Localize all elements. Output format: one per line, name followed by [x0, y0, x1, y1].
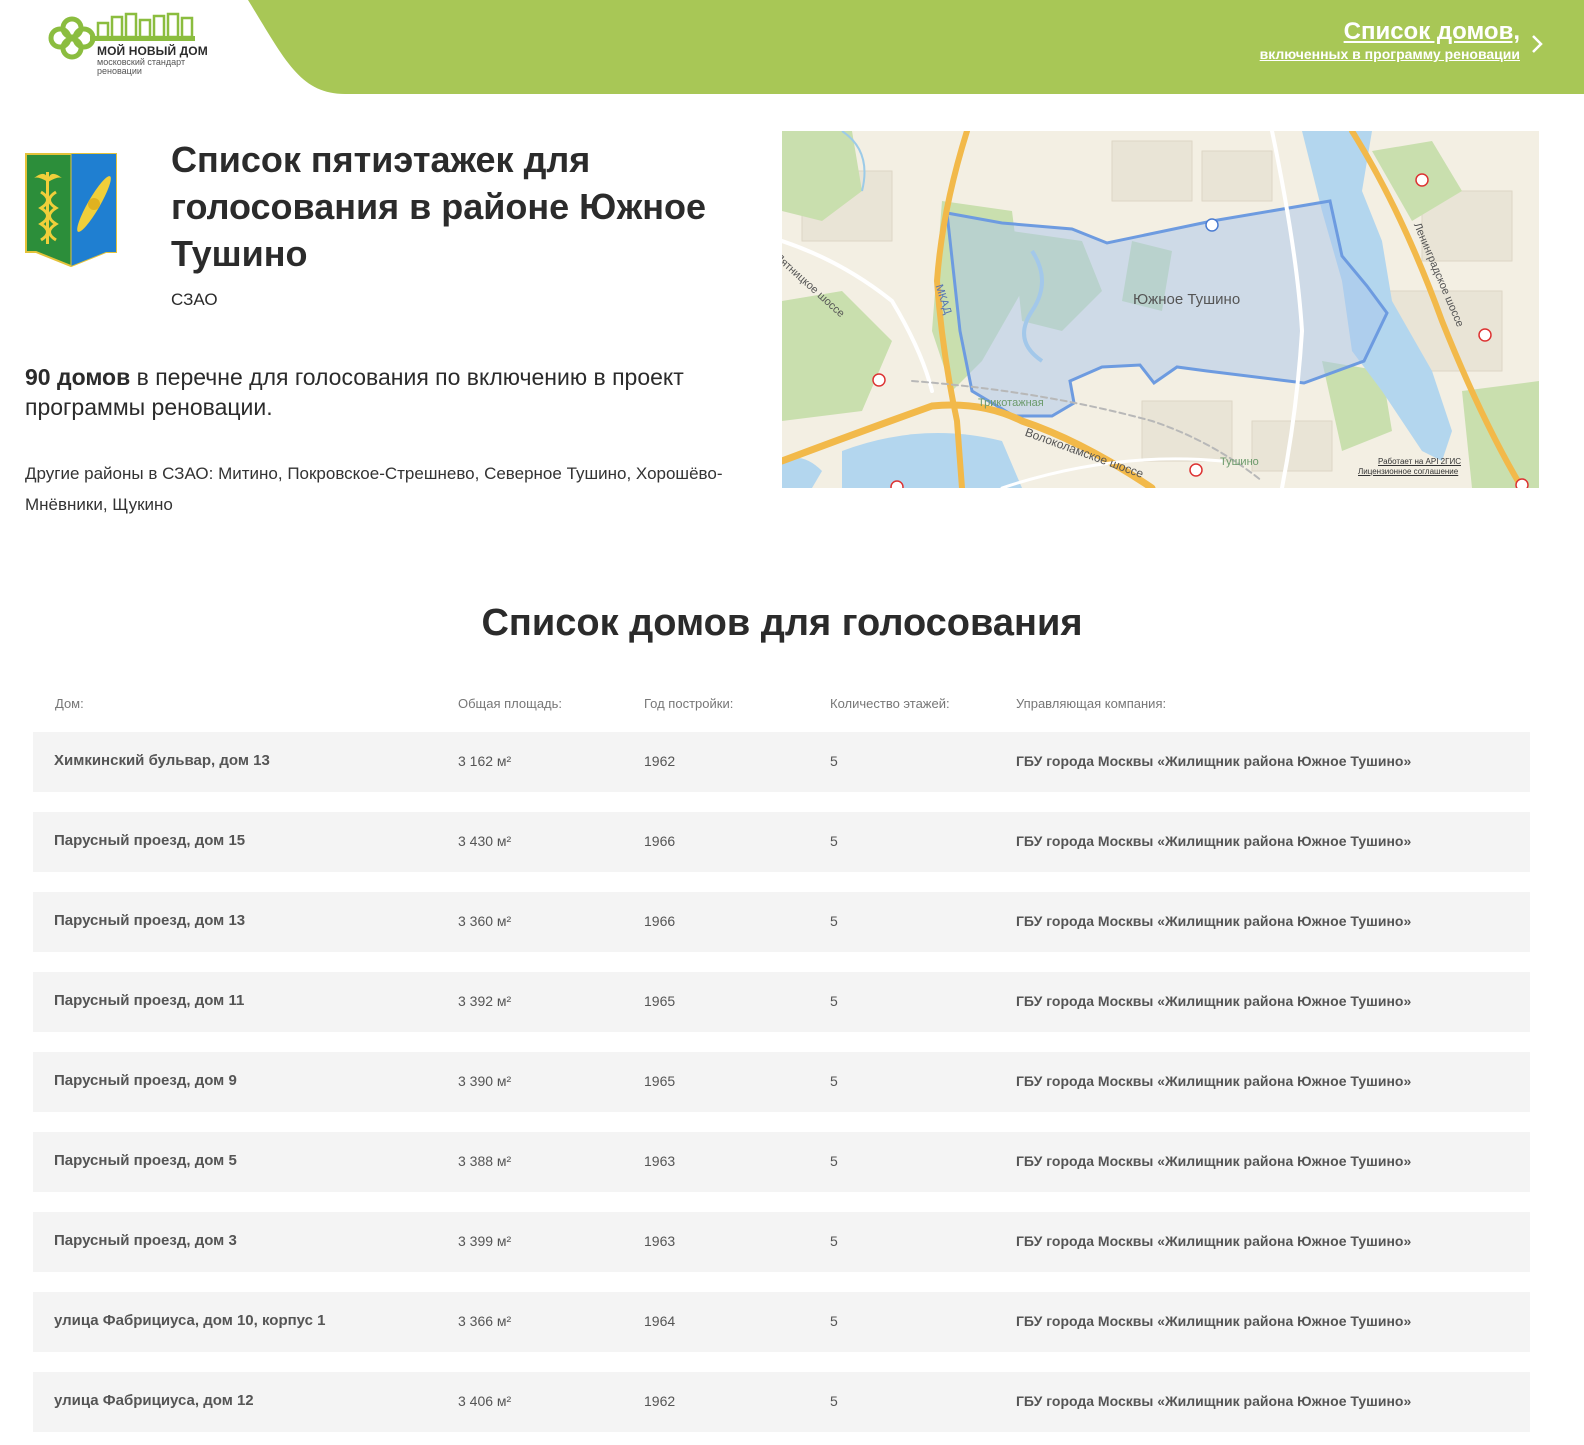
okrug-label: СЗАО — [171, 290, 218, 309]
table-row[interactable]: Парусный проезд, дом 11 3 392 м² 1965 5 … — [33, 972, 1530, 1032]
row-floors: 5 — [830, 833, 838, 849]
map-station-trikotazhnaya: Трикотажная — [978, 397, 1044, 409]
row-area: 3 399 м² — [458, 1233, 512, 1249]
row-company: ГБУ города Москвы «Жилищник района Южное… — [1016, 753, 1412, 769]
row-area: 3 392 м² — [458, 993, 512, 1009]
houses-table-header: Дом: Общая площадь: Год постройки: Колич… — [33, 696, 1530, 716]
table-row[interactable]: Парусный проезд, дом 9 3 390 м² 1965 5 Г… — [33, 1052, 1530, 1112]
row-address: Парусный проезд, дом 13 — [54, 912, 246, 929]
row-company: ГБУ города Москвы «Жилищник района Южное… — [1016, 913, 1412, 929]
district-map[interactable]: Южное Тушино Пятницкое шоссе МКАД Трикот… — [782, 131, 1539, 488]
logo-subtitle: московский стандарт реновации — [97, 57, 186, 76]
row-company: ГБУ города Москвы «Жилищник района Южное… — [1016, 1233, 1412, 1249]
row-address: улица Фабрициуса, дом 12 — [54, 1392, 254, 1409]
row-area: 3 430 м² — [458, 833, 512, 849]
chevron-right-icon[interactable] — [1530, 34, 1544, 54]
row-year: 1964 — [644, 1313, 676, 1329]
row-company: ГБУ города Москвы «Жилищник района Южное… — [1016, 993, 1412, 1009]
col-header-area: Общая площадь: — [458, 696, 563, 711]
row-year: 1966 — [644, 913, 676, 929]
other-districts: Другие районы в СЗАО: Митино, Покровское… — [25, 464, 723, 514]
row-floors: 5 — [830, 1233, 838, 1249]
row-address: улица Фабрициуса, дом 10, корпус 1 — [54, 1312, 326, 1329]
site-logo[interactable]: МОЙ НОВЫЙ ДОМ московский стандарт ренова… — [38, 10, 208, 82]
col-header-floors: Количество этажей: — [830, 696, 950, 711]
row-area: 3 388 м² — [458, 1153, 512, 1169]
row-company: ГБУ города Москвы «Жилищник района Южное… — [1016, 1393, 1412, 1409]
col-header-address: Дом: — [55, 696, 84, 711]
table-row[interactable]: улица Фабрициуса, дом 12 3 406 м² 1962 5… — [33, 1372, 1530, 1432]
row-address: Химкинский бульвар, дом 13 — [54, 752, 270, 769]
row-year: 1963 — [644, 1153, 676, 1169]
row-address: Парусный проезд, дом 11 — [54, 992, 245, 1009]
row-area: 3 390 м² — [458, 1073, 512, 1089]
row-floors: 5 — [830, 1073, 838, 1089]
table-row[interactable]: Парусный проезд, дом 3 3 399 м² 1963 5 Г… — [33, 1212, 1530, 1272]
row-address: Парусный проезд, дом 9 — [54, 1072, 237, 1089]
map-attribution-api[interactable]: Работает на API 2ГИС — [1378, 457, 1461, 466]
row-year: 1962 — [644, 753, 676, 769]
row-year: 1965 — [644, 1073, 676, 1089]
map-canvas[interactable] — [782, 131, 1539, 488]
table-row[interactable]: Парусный проезд, дом 15 3 430 м² 1966 5 … — [33, 812, 1530, 872]
row-address: Парусный проезд, дом 5 — [54, 1152, 237, 1169]
renovation-list-link-sub: включенных в программу реновации — [1259, 46, 1520, 62]
map-attribution-license[interactable]: Лицензионное соглашение — [1358, 467, 1458, 476]
row-year: 1962 — [644, 1393, 676, 1409]
site-header: МОЙ НОВЫЙ ДОМ московский стандарт ренова… — [0, 0, 1584, 94]
table-row[interactable]: Парусный проезд, дом 5 3 388 м² 1963 5 Г… — [33, 1132, 1530, 1192]
row-company: ГБУ города Москвы «Жилищник района Южное… — [1016, 833, 1412, 849]
renovation-list-link-main: Список домов, — [1343, 18, 1520, 45]
row-year: 1963 — [644, 1233, 676, 1249]
row-area: 3 366 м² — [458, 1313, 512, 1329]
row-company: ГБУ города Москвы «Жилищник района Южное… — [1016, 1313, 1412, 1329]
table-row[interactable]: улица Фабрициуса, дом 10, корпус 1 3 366… — [33, 1292, 1530, 1352]
houses-summary: 90 домов в перечне для голосования по вк… — [25, 362, 765, 422]
page-title: Список пятиэтажек для голосования в райо… — [171, 139, 706, 274]
houses-count: 90 домов — [25, 364, 131, 390]
table-row[interactable]: Парусный проезд, дом 13 3 360 м² 1966 5 … — [33, 892, 1530, 952]
row-floors: 5 — [830, 753, 838, 769]
row-company: ГБУ города Москвы «Жилищник района Южное… — [1016, 1153, 1412, 1169]
row-floors: 5 — [830, 1313, 838, 1329]
row-floors: 5 — [830, 993, 838, 1009]
row-area: 3 406 м² — [458, 1393, 512, 1409]
houses-table-title: Список домов для голосования — [481, 602, 1083, 644]
row-company: ГБУ города Москвы «Жилищник района Южное… — [1016, 1073, 1412, 1089]
row-address: Парусный проезд, дом 15 — [54, 832, 246, 849]
district-coat-of-arms-icon — [25, 153, 117, 268]
row-address: Парусный проезд, дом 3 — [54, 1232, 237, 1249]
row-floors: 5 — [830, 1393, 838, 1409]
row-year: 1966 — [644, 833, 676, 849]
row-floors: 5 — [830, 913, 838, 929]
map-district-label: Южное Тушино — [1133, 291, 1241, 308]
row-year: 1965 — [644, 993, 676, 1009]
row-area: 3 162 м² — [458, 753, 512, 769]
col-header-year: Год постройки: — [644, 696, 734, 711]
row-area: 3 360 м² — [458, 913, 512, 929]
renovation-list-link[interactable]: Список домов, включенных в программу рен… — [1260, 18, 1520, 62]
map-station-tushino: Тушино — [1220, 456, 1259, 468]
logo-title: МОЙ НОВЫЙ ДОМ — [97, 44, 208, 58]
col-header-company: Управляющая компания: — [1016, 696, 1167, 711]
row-floors: 5 — [830, 1153, 838, 1169]
table-row[interactable]: Химкинский бульвар, дом 13 3 162 м² 1962… — [33, 732, 1530, 792]
